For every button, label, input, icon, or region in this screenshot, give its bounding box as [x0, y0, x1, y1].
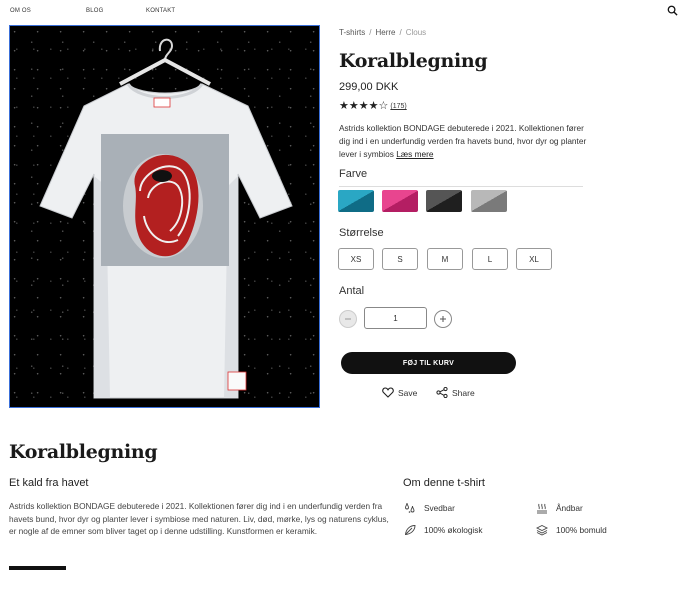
product-title: Koralblegning — [339, 50, 488, 72]
share-label: Share — [452, 387, 475, 398]
size-option-s[interactable]: S — [382, 248, 418, 270]
add-to-cart-button[interactable]: FØJ TIL KURV — [341, 352, 516, 374]
nav-link-blog[interactable]: BLOG — [86, 8, 103, 14]
color-label: Farve — [339, 168, 368, 180]
feature-andbar: Åndbar — [536, 502, 583, 514]
feature-label: 100% bomuld — [556, 525, 607, 535]
review-count-link[interactable]: (175) — [390, 103, 406, 110]
star-filled-icon: ★ — [358, 100, 369, 112]
product-price: 299,00 DKK — [339, 81, 399, 93]
section-accent-bar — [9, 566, 66, 570]
size-option-m[interactable]: M — [427, 248, 463, 270]
color-swatch-pink[interactable] — [382, 190, 418, 212]
save-label: Save — [398, 387, 418, 398]
size-option-xl[interactable]: XL — [516, 248, 552, 270]
leaf-icon — [405, 525, 416, 535]
search-icon[interactable] — [667, 5, 678, 16]
save-button[interactable]: Save — [382, 387, 417, 398]
about-title: Om denne t-shirt — [403, 477, 485, 489]
details-subtitle: Et kald fra havet — [9, 477, 89, 489]
quantity-input[interactable] — [364, 307, 427, 329]
star-filled-icon: ★ — [339, 100, 349, 112]
share-button[interactable]: Share — [436, 387, 475, 398]
product-rating: ★ ★ ★ ★ ☆ (175) — [339, 101, 407, 112]
breadcrumb-separator: / — [399, 28, 402, 37]
feature-svedbar: Svedbar — [404, 502, 455, 514]
color-swatch-black[interactable] — [426, 190, 462, 212]
details-title: Koralblegning — [9, 441, 158, 463]
plus-icon — [440, 316, 446, 322]
color-swatch-blue[interactable] — [338, 190, 374, 212]
star-empty-icon: ☆ — [378, 100, 389, 112]
share-icon — [436, 387, 448, 398]
nav-link-om-os[interactable]: OM OS — [10, 8, 31, 14]
product-description-text: Astrids kollektion BONDAGE debuterede i … — [339, 123, 587, 159]
star-filled-icon: ★ — [368, 100, 379, 112]
heart-icon — [382, 387, 394, 398]
quantity-decrease-button[interactable] — [339, 310, 357, 328]
color-divider — [339, 186, 583, 187]
product-description: Astrids kollektion BONDAGE debuterede i … — [339, 122, 589, 161]
t-shirt-illustration — [39, 38, 293, 399]
size-label: Størrelse — [339, 227, 384, 239]
feature-label: Svedbar — [424, 503, 455, 513]
top-nav: OM OS BLOG KONTAKT — [0, 0, 686, 22]
minus-icon — [345, 318, 351, 320]
sweat-icon — [405, 502, 415, 513]
details-description: Astrids kollektion BONDAGE debuterede i … — [9, 501, 389, 536]
breadcrumb-item-clous[interactable]: Clous — [406, 28, 426, 37]
feature-bomuld: 100% bomuld — [536, 524, 607, 536]
product-image[interactable] — [9, 25, 320, 408]
quantity-label: Antal — [339, 285, 365, 297]
fabric-icon — [536, 524, 548, 536]
size-option-l[interactable]: L — [472, 248, 508, 270]
feature-okologisk: 100% økologisk — [404, 524, 483, 536]
breathable-icon — [537, 503, 547, 514]
star-filled-icon: ★ — [348, 100, 359, 112]
breadcrumb-item-herre[interactable]: Herre — [375, 28, 395, 37]
read-more-link[interactable]: Læs mere — [396, 149, 433, 159]
color-swatch-grey[interactable] — [471, 190, 507, 212]
quantity-increase-button[interactable] — [434, 310, 452, 328]
breadcrumb-separator: / — [369, 28, 372, 37]
nav-link-kontakt[interactable]: KONTAKT — [146, 8, 175, 14]
breadcrumb-item-t-shirts[interactable]: T-shirts — [339, 28, 365, 37]
feature-label: 100% økologisk — [424, 525, 483, 535]
size-option-xs[interactable]: XS — [338, 248, 374, 270]
breadcrumb: T-shirts / Herre / Clous — [339, 28, 426, 37]
feature-label: Åndbar — [556, 503, 583, 513]
